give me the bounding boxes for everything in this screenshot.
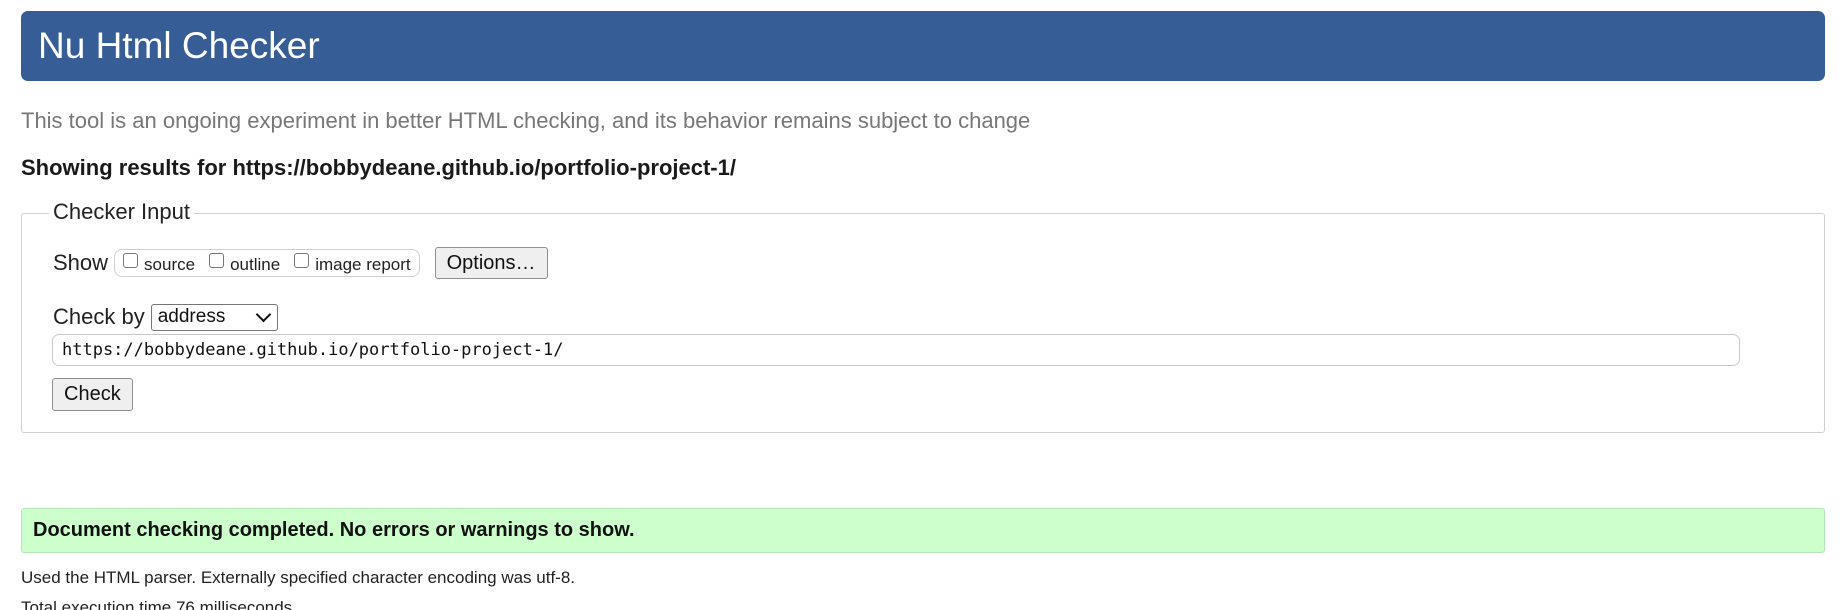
- checker-input-legend: Checker Input: [49, 198, 194, 226]
- check-by-row: Check by address: [53, 302, 278, 332]
- checker-input-fieldset: Checker Input Show source outline image …: [21, 198, 1825, 433]
- parser-info: Used the HTML parser. Externally specifi…: [21, 568, 576, 587]
- chevron-down-icon[interactable]: [255, 306, 271, 322]
- page: Nu Html Checker This tool is an ongoing …: [0, 0, 1839, 610]
- tool-description: This tool is an ongoing experiment in be…: [21, 108, 1031, 133]
- show-options-row: Show source outline image report Options…: [53, 247, 548, 279]
- check-details: Used the HTML parser. Externally specifi…: [21, 563, 575, 610]
- success-message: Document checking completed. No errors o…: [33, 519, 635, 541]
- show-label: Show: [53, 250, 109, 275]
- show-source-label[interactable]: source: [144, 255, 195, 275]
- show-image-report-label[interactable]: image report: [315, 255, 410, 275]
- show-source-option[interactable]: source: [123, 252, 195, 275]
- show-options-group: source outline image report: [114, 249, 420, 277]
- header-banner: Nu Html Checker: [21, 11, 1825, 81]
- check-button[interactable]: Check: [52, 378, 133, 411]
- url-input[interactable]: https://bobbydeane.github.io/portfolio-p…: [52, 334, 1740, 366]
- success-message-box: Document checking completed. No errors o…: [21, 508, 1825, 553]
- check-by-select[interactable]: address: [150, 303, 278, 331]
- show-outline-option[interactable]: outline: [209, 252, 280, 275]
- results-heading: Showing results for https://bobbydeane.g…: [21, 155, 736, 180]
- page-title: Nu Html Checker: [38, 25, 320, 66]
- execution-time: Total execution time 76 milliseconds.: [21, 598, 297, 610]
- options-button[interactable]: Options…: [434, 247, 548, 279]
- show-image-report-option[interactable]: image report: [294, 252, 411, 275]
- show-outline-checkbox[interactable]: [209, 252, 225, 268]
- check-by-selected-value[interactable]: address: [158, 306, 226, 328]
- show-outline-label[interactable]: outline: [230, 255, 280, 275]
- check-by-label: Check by: [53, 304, 145, 329]
- show-source-checkbox[interactable]: [123, 252, 139, 268]
- show-image-report-checkbox[interactable]: [294, 252, 310, 268]
